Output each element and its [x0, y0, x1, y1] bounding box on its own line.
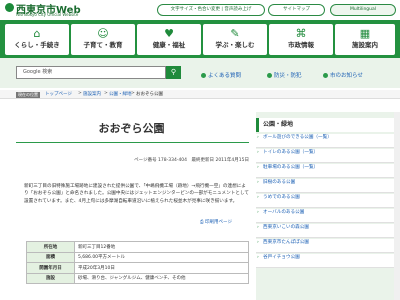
breadcrumb-current: おおぞら公園: [136, 92, 163, 97]
search-icon: ⚲: [170, 68, 177, 76]
nav-health[interactable]: ♥ 健康・福祉: [137, 24, 201, 55]
breadcrumb-item[interactable]: トップページ: [45, 91, 72, 97]
chevron-right-icon: ›: [257, 225, 259, 230]
chevron-right-icon: ›: [257, 240, 259, 245]
page-meta: ページ番号 178-334-404 最終更新日 2011年4月15日: [134, 158, 249, 163]
notices-link[interactable]: 市のお知らせ: [323, 71, 363, 79]
nav-facilities[interactable]: ▦ 施設案内: [335, 24, 395, 55]
print-link[interactable]: ⎙ 印刷用ページ: [200, 219, 232, 225]
row-value: 平成20年3月10日: [74, 262, 249, 274]
breadcrumb-label: 現在の位置: [16, 92, 40, 98]
nav-label: くらし・手続き: [14, 41, 60, 49]
city-logo-icon[interactable]: [5, 3, 14, 12]
row-label: 所在地: [26, 241, 75, 253]
table-row: 開園年月日 平成20年3月10日: [26, 262, 249, 274]
nav-label: 市政情報: [288, 41, 314, 49]
row-value: 5,686.00平方メートル: [74, 251, 249, 263]
breadcrumb-separator: >: [104, 91, 108, 96]
arrow-circle-icon: [201, 73, 206, 78]
sidebar-item[interactable]: › トイレのある公園（一覧）: [256, 149, 396, 163]
breadcrumb-separator: >: [131, 91, 135, 96]
arrow-circle-icon: [267, 73, 272, 78]
disaster-link[interactable]: 防災・防犯: [267, 71, 302, 79]
row-label: 面積: [26, 251, 75, 263]
building-icon: ▦: [359, 27, 371, 40]
sidebar-item[interactable]: › 谷戸イチョウ公園: [256, 254, 396, 268]
nav-label: 学ぶ・楽しむ: [215, 41, 255, 49]
table-row: 面積 5,686.00平方メートル: [26, 251, 249, 263]
sidebar-item[interactable]: › 駐車場のある公園（一覧）: [256, 164, 396, 178]
table-row: 施設 砂場、滑り台、ジャングルジム、健康ベンチ、その他: [26, 272, 249, 284]
row-label: 開園年月日: [26, 262, 75, 274]
row-label: 施設: [26, 272, 75, 284]
scrollbar[interactable]: [394, 112, 400, 300]
search-input[interactable]: Google 検索: [16, 66, 166, 79]
chevron-right-icon: ›: [257, 165, 259, 170]
nav-label: 子育て・教育: [83, 41, 123, 49]
nav-living[interactable]: ⌂ くらし・手続き: [5, 24, 69, 55]
sidebar-item[interactable]: › 旧樹のある公園: [256, 179, 396, 193]
nav-label: 健康・福祉: [152, 41, 186, 49]
chevron-right-icon: ›: [257, 210, 259, 215]
sidebar-item[interactable]: › 西東京市たんぽぽ公園: [256, 239, 396, 253]
nav-city-info[interactable]: ⌘ 市政情報: [269, 24, 333, 55]
chevron-right-icon: ›: [257, 195, 259, 200]
sidebar-item[interactable]: › オーバルのある公園: [256, 209, 396, 223]
chevron-right-icon: ›: [257, 180, 259, 185]
arrow-circle-icon: [323, 73, 328, 78]
page-intro: 新町三丁目の旧特殊施工場跡地に建設された提供公園で、「中嶋飛機工場（跡地）→飛行…: [24, 184, 249, 204]
table-row: 所在地 新町三丁目12番地: [26, 241, 249, 253]
heart-icon: ♥: [164, 27, 174, 40]
faq-link[interactable]: よくある質問: [201, 71, 241, 79]
sidebar-item[interactable]: › ボール遊びのできる公園（一覧）: [256, 134, 396, 148]
chevron-right-icon: ›: [257, 255, 259, 260]
text-size-button[interactable]: 文字サイズ・色合い変更 | 音声読み上げ: [157, 4, 265, 16]
nav-learning[interactable]: ✎ 学ぶ・楽しむ: [203, 24, 267, 55]
sidebar-item[interactable]: › うめでのある公園: [256, 194, 396, 208]
row-value: 砂場、滑り台、ジャングルジム、健康ベンチ、その他: [74, 272, 249, 284]
chevron-right-icon: ›: [257, 150, 259, 155]
site-logo-subtitle: Nishitokyo City Official Website: [16, 12, 79, 17]
sidebar-item[interactable]: › 西東京いこいの森公園: [256, 224, 396, 238]
child-icon: ☺: [97, 27, 109, 40]
chevron-right-icon: ›: [257, 135, 259, 140]
sidebar-title: 公園・緑地: [256, 118, 396, 132]
sitemap-button[interactable]: サイトマップ: [268, 4, 325, 16]
house-icon: ⌂: [33, 27, 41, 40]
multilingual-button[interactable]: Multilingual: [330, 4, 396, 16]
title-divider: [16, 142, 249, 143]
nav-label: 施設案内: [352, 41, 378, 49]
nav-childcare[interactable]: ☺ 子育て・教育: [71, 24, 135, 55]
row-value: 新町三丁目12番地: [74, 241, 249, 253]
breadcrumb-item[interactable]: 施設案内: [83, 91, 101, 97]
park-info-table: 所在地 新町三丁目12番地 面積 5,686.00平方メートル 開園年月日 平成20年…: [26, 241, 249, 284]
breadcrumb-separator: >: [78, 91, 82, 96]
city-hall-icon: ⌘: [295, 27, 307, 40]
pen-icon: ✎: [230, 27, 240, 40]
page-title: おおぞら公園: [98, 122, 165, 135]
breadcrumb-item[interactable]: 公園・緑地: [109, 91, 132, 97]
search-button[interactable]: ⚲: [166, 66, 181, 79]
